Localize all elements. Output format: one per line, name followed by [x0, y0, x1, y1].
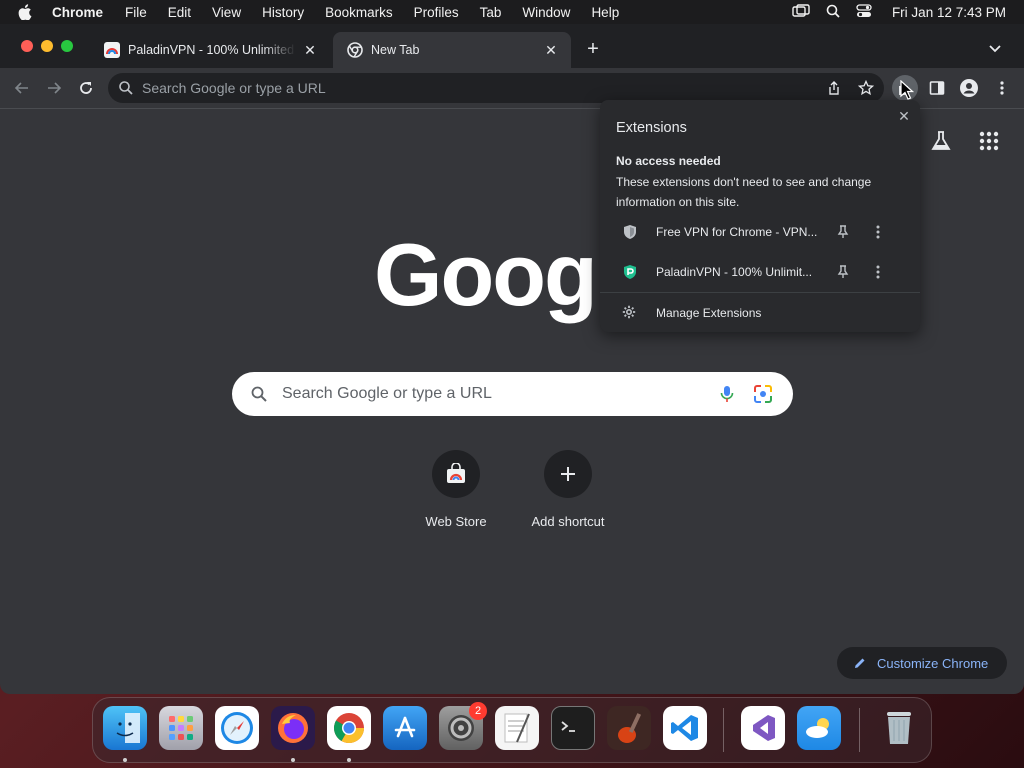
system-settings-icon[interactable]: 2: [439, 702, 487, 750]
gear-icon: [622, 305, 636, 319]
reload-icon[interactable]: [76, 78, 96, 98]
menu-view[interactable]: View: [212, 5, 241, 20]
extensions-popup: Extensions ✕ No access needed These exte…: [600, 100, 920, 332]
more-options-kebab-icon[interactable]: [876, 265, 890, 279]
terminal-icon[interactable]: [551, 706, 595, 750]
tab-search-chevron-icon[interactable]: [988, 41, 1002, 55]
extension-name: PaladinVPN - 100% Unlimit...: [656, 265, 813, 279]
share-icon[interactable]: [826, 80, 842, 96]
manage-extensions-label: Manage Extensions: [656, 306, 762, 320]
voice-search-mic-icon[interactable]: [717, 384, 737, 404]
google-apps-grid-icon[interactable]: [979, 131, 999, 151]
minimize-window-button[interactable]: [41, 40, 53, 52]
macos-dock: 2: [92, 697, 932, 763]
chrome-favicon: [347, 42, 363, 58]
instruments-icon[interactable]: [607, 706, 651, 750]
launchpad-icon[interactable]: [159, 706, 203, 750]
firefox-icon[interactable]: [271, 706, 315, 750]
extension-name: Free VPN for Chrome - VPN...: [656, 225, 818, 239]
tab-new-tab[interactable]: New Tab ✕: [333, 32, 571, 68]
menu-edit[interactable]: Edit: [168, 5, 191, 20]
extensions-popup-title: Extensions: [616, 120, 687, 136]
profile-avatar-icon[interactable]: [959, 78, 979, 98]
customize-chrome-label: Customize Chrome: [877, 655, 989, 671]
tab-title: PaladinVPN - 100% Unlimited Free VPN: [128, 43, 296, 57]
search-icon: [250, 385, 268, 403]
pencil-icon: [853, 656, 867, 670]
screen-mirroring-icon[interactable]: [792, 3, 810, 21]
tab-title: New Tab: [371, 43, 420, 57]
google-chrome-icon[interactable]: [327, 706, 371, 750]
finder-icon[interactable]: [103, 706, 147, 750]
no-access-description: These extensions don't need to see and c…: [616, 175, 872, 209]
shortcut-label: Web Store: [425, 514, 487, 529]
extension-item-paladinvpn[interactable]: PaladinVPN - 100% Unlimit...: [600, 254, 920, 290]
shortcut-web-store[interactable]: Web Store: [401, 450, 511, 529]
bookmark-star-icon[interactable]: [857, 79, 875, 96]
mouse-pointer-icon: [900, 79, 915, 100]
visual-studio-code-icon[interactable]: [663, 706, 707, 750]
pin-icon[interactable]: [836, 265, 850, 279]
manage-extensions-item[interactable]: Manage Extensions: [600, 296, 920, 328]
menu-app-name[interactable]: Chrome: [52, 5, 103, 20]
pin-icon[interactable]: [836, 225, 850, 239]
shortcut-add[interactable]: Add shortcut: [513, 450, 623, 529]
running-indicator: [291, 758, 295, 762]
ntp-search-box[interactable]: Search Google or type a URL: [232, 372, 793, 416]
address-bar[interactable]: Search Google or type a URL: [108, 73, 884, 103]
search-icon: [118, 80, 134, 96]
notification-badge: 2: [469, 702, 487, 720]
weather-icon[interactable]: [797, 706, 841, 750]
close-icon[interactable]: ✕: [896, 108, 912, 124]
google-lens-icon[interactable]: [753, 384, 773, 404]
address-bar-placeholder: Search Google or type a URL: [142, 80, 326, 96]
shortcut-label: Add shortcut: [531, 514, 605, 529]
trash-icon[interactable]: [877, 706, 921, 750]
paladin-favicon: [104, 42, 120, 58]
visual-studio-icon[interactable]: [741, 706, 785, 750]
menubar-clock[interactable]: Fri Jan 12 7:43 PM: [892, 5, 1006, 20]
side-panel-icon[interactable]: [927, 78, 947, 98]
chrome-menu-kebab-icon[interactable]: [992, 78, 1012, 98]
no-access-heading: No access needed: [616, 154, 721, 168]
menu-help[interactable]: Help: [591, 5, 619, 20]
web-store-icon: [432, 450, 480, 498]
textedit-icon[interactable]: [495, 706, 539, 750]
menu-history[interactable]: History: [262, 5, 304, 20]
app-store-icon[interactable]: [383, 706, 427, 750]
forward-arrow-icon[interactable]: [44, 78, 64, 98]
ntp-search-placeholder: Search Google or type a URL: [282, 385, 492, 402]
spotlight-search-icon[interactable]: [826, 4, 840, 21]
menu-profiles[interactable]: Profiles: [414, 5, 459, 20]
close-tab-icon[interactable]: ✕: [543, 42, 559, 58]
extension-item-free-vpn[interactable]: Free VPN for Chrome - VPN...: [600, 214, 920, 250]
close-tab-icon[interactable]: ✕: [302, 42, 318, 58]
menu-tab[interactable]: Tab: [480, 5, 502, 20]
close-window-button[interactable]: [21, 40, 33, 52]
macos-menu-bar: Chrome File Edit View History Bookmarks …: [0, 0, 1024, 24]
tab-strip: PaladinVPN - 100% Unlimited Free VPN ✕ N…: [0, 24, 1024, 68]
popup-divider: [600, 292, 920, 293]
tab-paladinvpn[interactable]: PaladinVPN - 100% Unlimited Free VPN ✕: [90, 32, 330, 68]
running-indicator: [123, 758, 127, 762]
shield-icon: [622, 224, 638, 240]
back-arrow-icon[interactable]: [12, 78, 32, 98]
menu-bookmarks[interactable]: Bookmarks: [325, 5, 393, 20]
running-indicator: [347, 758, 351, 762]
menu-window[interactable]: Window: [522, 5, 570, 20]
zoom-window-button[interactable]: [61, 40, 73, 52]
chrome-labs-flask-icon[interactable]: [930, 130, 952, 152]
dock-divider: [723, 708, 724, 752]
customize-chrome-button[interactable]: Customize Chrome: [837, 647, 1007, 679]
dock-divider: [859, 708, 860, 752]
apple-menu-icon[interactable]: [18, 4, 36, 20]
safari-icon[interactable]: [215, 706, 259, 750]
paladin-icon: [622, 264, 638, 280]
menu-file[interactable]: File: [125, 5, 147, 20]
plus-icon: [544, 450, 592, 498]
control-center-icon[interactable]: [856, 3, 872, 21]
more-options-kebab-icon[interactable]: [876, 225, 890, 239]
new-tab-plus-icon[interactable]: +: [584, 39, 602, 59]
